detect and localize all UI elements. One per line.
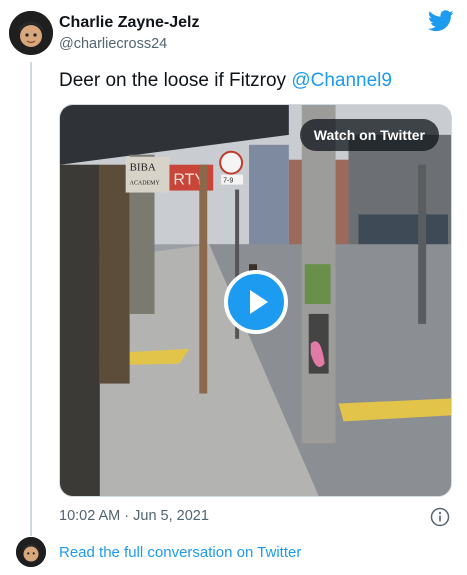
tweet-timestamp[interactable]: 10:02 AM · Jun 5, 2021 xyxy=(59,508,209,524)
play-icon xyxy=(250,290,268,314)
play-button[interactable] xyxy=(224,270,288,334)
author-handle[interactable]: @charliecross24 xyxy=(59,36,167,52)
video-media[interactable]: BIBA ACADEMY RTY 7-9 Watch on Twitter xyxy=(59,104,452,497)
author-name[interactable]: Charlie Zayne-Jelz xyxy=(59,14,200,32)
sign-academy: ACADEMY xyxy=(130,181,161,187)
footer-avatar xyxy=(16,537,46,567)
watch-on-twitter-button[interactable]: Watch on Twitter xyxy=(299,119,439,151)
sign-7-9: 7-9 xyxy=(223,178,233,185)
twitter-bird-icon[interactable] xyxy=(428,10,454,32)
info-icon[interactable] xyxy=(430,507,450,527)
mention-link[interactable]: @Channel9 xyxy=(291,70,392,91)
read-full-conversation-link[interactable]: Read the full conversation on Twitter xyxy=(59,544,301,561)
tweet-body: Deer on the loose if Fitzroy xyxy=(59,70,292,91)
tweet-text: Deer on the loose if Fitzroy @Channel9 xyxy=(59,70,392,92)
sign-biba: BIBA xyxy=(130,162,156,174)
thread-line xyxy=(30,62,32,536)
author-avatar[interactable] xyxy=(9,11,53,55)
